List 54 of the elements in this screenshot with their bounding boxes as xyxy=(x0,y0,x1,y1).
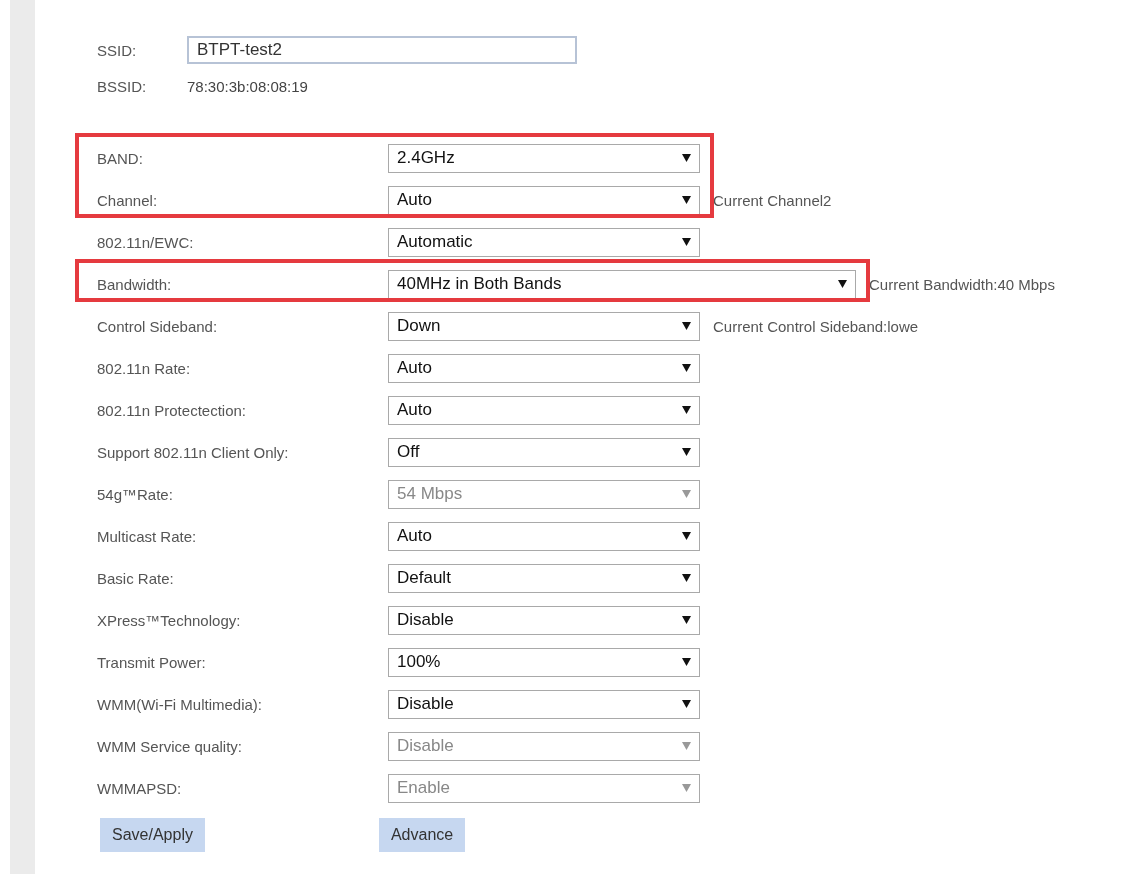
dropdown-arrow-icon xyxy=(682,616,691,624)
ssid-field[interactable]: BTPT-test2 xyxy=(187,36,577,64)
dropdown[interactable]: 40MHz in Both Bands xyxy=(388,269,856,299)
dropdown[interactable]: Off xyxy=(388,437,700,467)
field-label: WMM(Wi-Fi Multimedia): xyxy=(97,695,263,713)
dropdown[interactable]: Disable xyxy=(388,605,700,635)
dropdown[interactable]: Auto xyxy=(388,395,700,425)
dropdown-arrow-icon xyxy=(682,490,691,498)
field-label: Support 802.11n Client Only: xyxy=(97,443,290,461)
field-label: WMMAPSD: xyxy=(97,779,183,797)
dropdown-arrow-icon xyxy=(682,532,691,540)
dropdown-arrow-icon xyxy=(682,658,691,666)
dropdown-arrow-icon xyxy=(682,700,691,708)
field-label: Transmit Power: xyxy=(97,653,207,671)
dropdown[interactable]: Disable xyxy=(388,689,700,719)
field-label: 802.11n Rate: xyxy=(97,359,192,377)
field-label: Basic Rate: xyxy=(97,569,175,587)
field-label: WMM Service quality: xyxy=(97,737,244,755)
field-label: Multicast Rate: xyxy=(97,527,198,545)
field-label: 54g™Rate: xyxy=(97,485,174,503)
dropdown-arrow-icon xyxy=(682,238,691,246)
dropdown[interactable]: Auto xyxy=(388,353,700,383)
field-label: 802.11n/EWC: xyxy=(97,233,195,251)
dropdown[interactable]: 100% xyxy=(388,647,700,677)
dropdown[interactable]: Down xyxy=(388,311,700,341)
save-apply-button[interactable]: Save/Apply xyxy=(100,818,205,852)
field-label: Channel: xyxy=(97,191,159,209)
dropdown-arrow-icon xyxy=(682,364,691,372)
status-text: Current Channel2 xyxy=(713,191,832,209)
dropdown[interactable]: Automatic xyxy=(388,227,700,257)
dropdown-arrow-icon xyxy=(682,574,691,582)
dropdown[interactable]: 2.4GHz xyxy=(388,143,700,173)
dropdown-arrow-icon xyxy=(682,154,691,162)
dropdown-arrow-icon xyxy=(682,196,691,204)
field-label: Bandwidth: xyxy=(97,275,173,293)
dropdown-arrow-icon xyxy=(682,448,691,456)
bssid-value: 78:30:3b:08:08:19 xyxy=(187,78,309,95)
field-label: BAND: xyxy=(97,149,144,167)
dropdown-arrow-icon xyxy=(682,322,691,330)
dropdown-arrow-icon xyxy=(682,784,691,792)
dropdown[interactable]: Default xyxy=(388,563,700,593)
field-label: BSSID: xyxy=(97,78,148,95)
field-label: SSID: xyxy=(97,41,138,59)
dropdown[interactable]: Auto xyxy=(388,185,700,215)
dropdown-arrow-icon xyxy=(682,742,691,750)
advance-button[interactable]: Advance xyxy=(378,818,466,852)
field-label: 802.11n Protectection: xyxy=(97,401,247,419)
dropdown-arrow-icon xyxy=(838,280,847,288)
field-label: XPress™Technology: xyxy=(97,611,242,629)
status-text: Current Control Sideband:lowe xyxy=(713,317,919,335)
dropdown-arrow-icon xyxy=(682,406,691,414)
dropdown[interactable]: Auto xyxy=(388,521,700,551)
field-label: Control Sideband: xyxy=(97,317,219,335)
status-text: Current Bandwidth:40 Mbps xyxy=(869,275,1055,293)
